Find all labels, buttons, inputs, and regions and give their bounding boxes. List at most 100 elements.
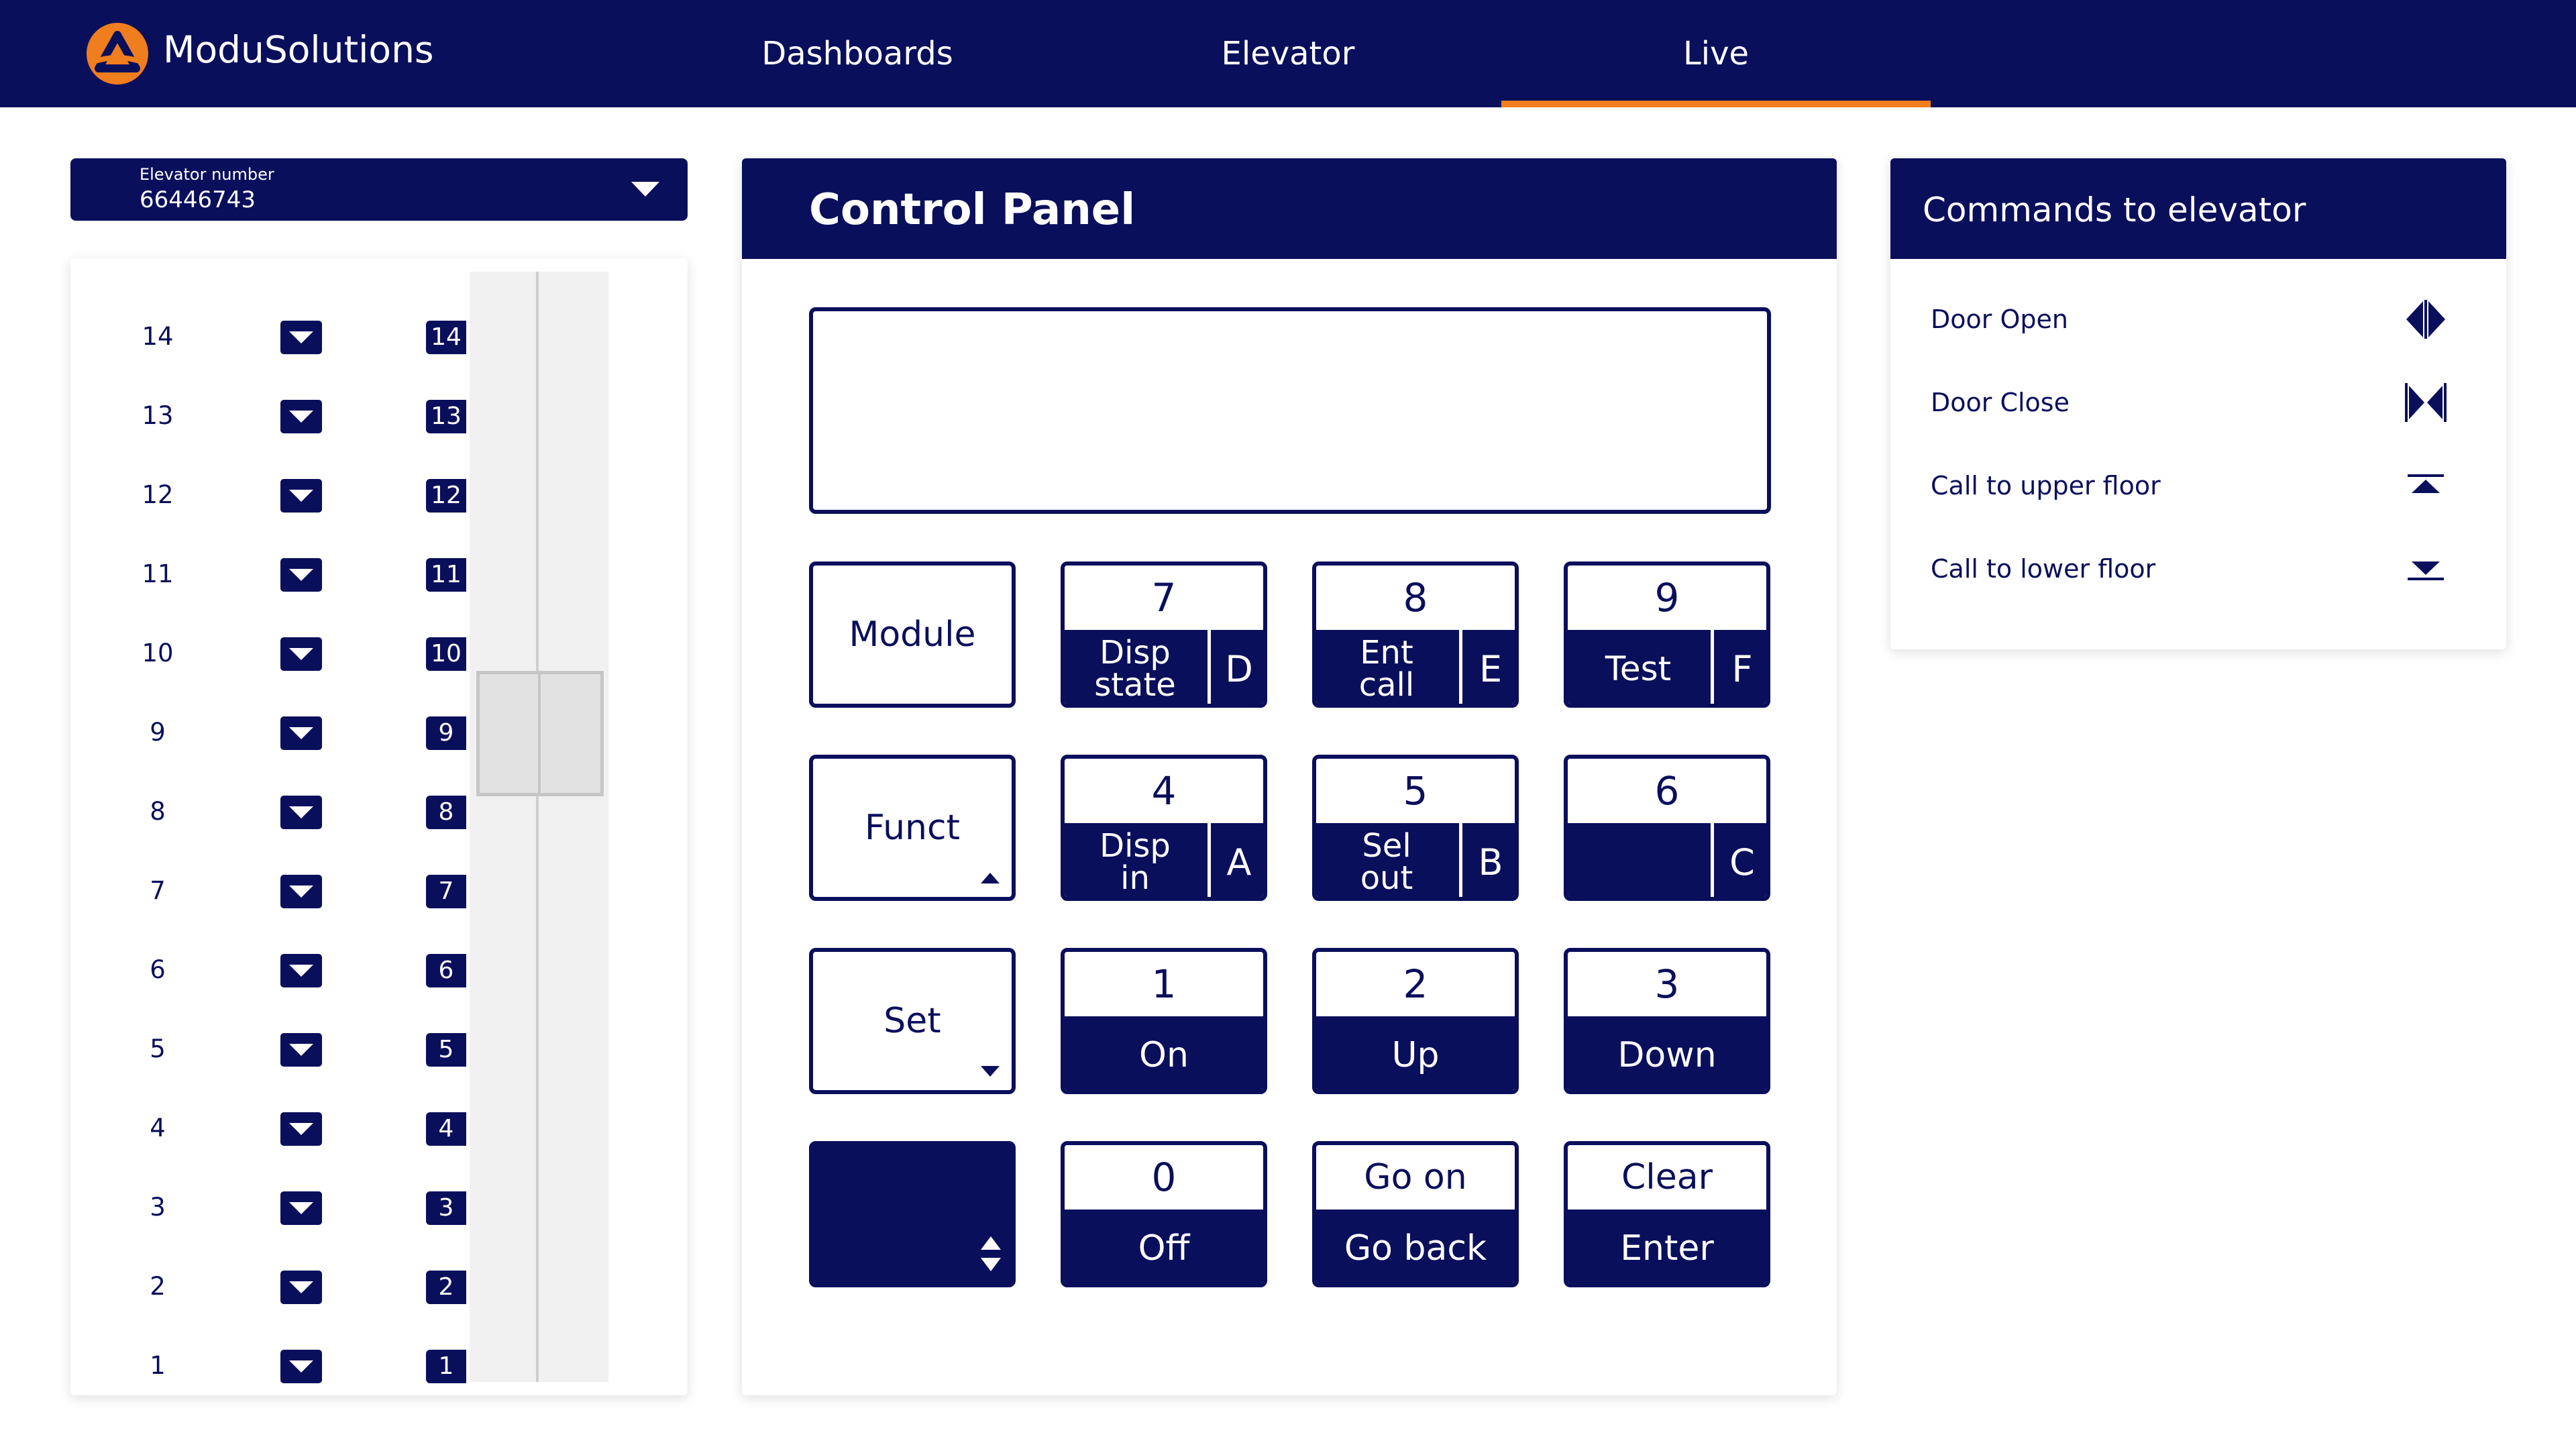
- key-3-down[interactable]: 3 Down: [1564, 948, 1770, 1094]
- key-4-disp-in[interactable]: 4 Disp in A: [1061, 755, 1267, 901]
- key-digit: 3: [1568, 952, 1766, 1016]
- call-upper-floor-icon: [2408, 474, 2444, 493]
- floor-call-down-button[interactable]: [280, 875, 322, 908]
- set-key[interactable]: Set: [809, 948, 1016, 1094]
- key-function-label: Test: [1605, 649, 1672, 688]
- floor-call-down-button[interactable]: [280, 400, 322, 433]
- floor-number: 7: [150, 876, 166, 905]
- floor-number: 13: [142, 401, 174, 430]
- key-digit: 1: [1065, 952, 1263, 1016]
- key-letter: C: [1729, 841, 1755, 883]
- module-key[interactable]: Module: [809, 561, 1016, 708]
- command-label: Door Close: [1931, 388, 2070, 417]
- key-function-area: Off: [1065, 1210, 1263, 1283]
- elevator-number-label: Elevator number: [140, 165, 274, 184]
- floor-number: 9: [150, 718, 166, 747]
- floor-number: 12: [142, 480, 174, 509]
- key-top-label: Go on: [1316, 1145, 1515, 1210]
- key-2-up[interactable]: 2 Up: [1312, 948, 1519, 1094]
- floor-row: 66: [70, 947, 466, 994]
- key-function-label: Up: [1391, 1035, 1440, 1075]
- floor-call-down-button[interactable]: [280, 637, 322, 671]
- floor-indicator-badge: 14: [426, 321, 466, 354]
- key-function-label: Disp in: [1065, 823, 1205, 897]
- command-door-open[interactable]: Door Open: [1890, 286, 2506, 353]
- commands-header: Commands to elevator: [1890, 158, 2506, 259]
- command-label: Call to upper floor: [1931, 471, 2161, 500]
- key-function-area: Down: [1568, 1016, 1766, 1090]
- key-5-sel-out[interactable]: 5 Sel out B: [1312, 755, 1519, 901]
- brand-name: ModuSolutions: [163, 28, 434, 71]
- command-door-close[interactable]: Door Close: [1890, 369, 2506, 436]
- door-open-icon: [2406, 300, 2445, 339]
- floor-call-down-button[interactable]: [280, 1191, 322, 1225]
- control-panel: Control Panel Module 7 Disp state D 8 Ent…: [742, 158, 1837, 1395]
- key-7-disp-state[interactable]: 7 Disp state D: [1061, 561, 1267, 708]
- floor-row: 12 12: [70, 472, 466, 519]
- clear-enter-key[interactable]: Clear Enter: [1564, 1141, 1770, 1287]
- floor-number: 2: [150, 1272, 166, 1301]
- scroll-key[interactable]: [809, 1141, 1016, 1287]
- floor-indicator-badge: 7: [426, 875, 466, 908]
- commands-title: Commands to elevator: [1923, 191, 2306, 229]
- key-function-label: Off: [1138, 1228, 1190, 1269]
- key-function-label: [1568, 823, 1709, 897]
- key-8-ent-call[interactable]: 8 Ent call E: [1312, 561, 1519, 708]
- floor-row: 11 11: [70, 551, 466, 598]
- floor-indicator-badge: 2: [426, 1271, 466, 1304]
- floor-call-down-button[interactable]: [280, 1033, 322, 1067]
- command-call-upper-floor[interactable]: Call to upper floor: [1890, 452, 2506, 519]
- floor-call-down-button[interactable]: [280, 558, 322, 592]
- command-call-lower-floor[interactable]: Call to lower floor: [1890, 535, 2506, 602]
- key-9-test[interactable]: 9 Test F: [1564, 561, 1770, 708]
- key-function-label: Sel out: [1316, 823, 1457, 897]
- control-panel-header: Control Panel: [742, 158, 1837, 259]
- floor-indicator-badge: 6: [426, 954, 466, 987]
- floor-indicator-badge: 11: [426, 558, 466, 592]
- funct-key[interactable]: Funct: [809, 755, 1016, 901]
- key-digit: 8: [1316, 566, 1515, 630]
- key-digit: 9: [1568, 566, 1766, 630]
- key-function-area: Up: [1316, 1016, 1515, 1090]
- module-key-label: Module: [849, 614, 976, 655]
- chevron-down-icon: [631, 182, 659, 197]
- key-1-on[interactable]: 1 On: [1061, 948, 1267, 1094]
- key-function-line: out: [1360, 859, 1413, 897]
- floor-call-down-button[interactable]: [280, 1350, 322, 1383]
- funct-key-label: Funct: [865, 808, 960, 848]
- up-down-arrow-icon: [981, 1236, 1001, 1271]
- floor-indicator-badge: 13: [426, 400, 466, 433]
- floor-row: 13 13: [70, 393, 466, 440]
- nav-tab-dashboards[interactable]: Dashboards: [643, 0, 1072, 107]
- key-function-label: Disp state: [1065, 630, 1205, 704]
- go-on-go-back-key[interactable]: Go on Go back: [1312, 1141, 1519, 1287]
- key-function-line: state: [1094, 666, 1176, 704]
- command-label: Call to lower floor: [1931, 554, 2156, 584]
- floor-row: 99: [70, 710, 466, 757]
- floor-row: 88: [70, 789, 466, 836]
- elevator-number-select[interactable]: Elevator number 66446743: [70, 158, 688, 221]
- key-digit: 4: [1065, 759, 1263, 823]
- floor-call-down-button[interactable]: [280, 1271, 322, 1304]
- floor-row: 10 10: [70, 631, 466, 678]
- key-function-label: Go back: [1344, 1228, 1487, 1269]
- floor-call-down-button[interactable]: [280, 321, 322, 354]
- floor-call-down-button[interactable]: [280, 479, 322, 513]
- floor-call-down-button[interactable]: [280, 1112, 322, 1146]
- elevator-car-handle[interactable]: [476, 671, 604, 796]
- floor-row: 11: [70, 1343, 466, 1390]
- floor-call-down-button[interactable]: [280, 954, 322, 987]
- key-function-area: Disp in A: [1065, 823, 1263, 897]
- floor-indicator-badge: 3: [426, 1191, 466, 1225]
- nav-tab-live[interactable]: Live: [1501, 0, 1931, 107]
- key-0-off[interactable]: 0 Off: [1061, 1141, 1267, 1287]
- key-6[interactable]: 6 C: [1564, 755, 1770, 901]
- floor-call-down-button[interactable]: [280, 796, 322, 829]
- nav-tab-elevator[interactable]: Elevator: [1073, 0, 1503, 107]
- floor-indicator-badge: 8: [426, 796, 466, 829]
- key-letter: A: [1226, 841, 1252, 883]
- key-function-line: in: [1120, 859, 1150, 897]
- floor-call-down-button[interactable]: [280, 716, 322, 750]
- floor-number: 5: [150, 1034, 166, 1063]
- key-function-area: Disp state D: [1065, 630, 1263, 704]
